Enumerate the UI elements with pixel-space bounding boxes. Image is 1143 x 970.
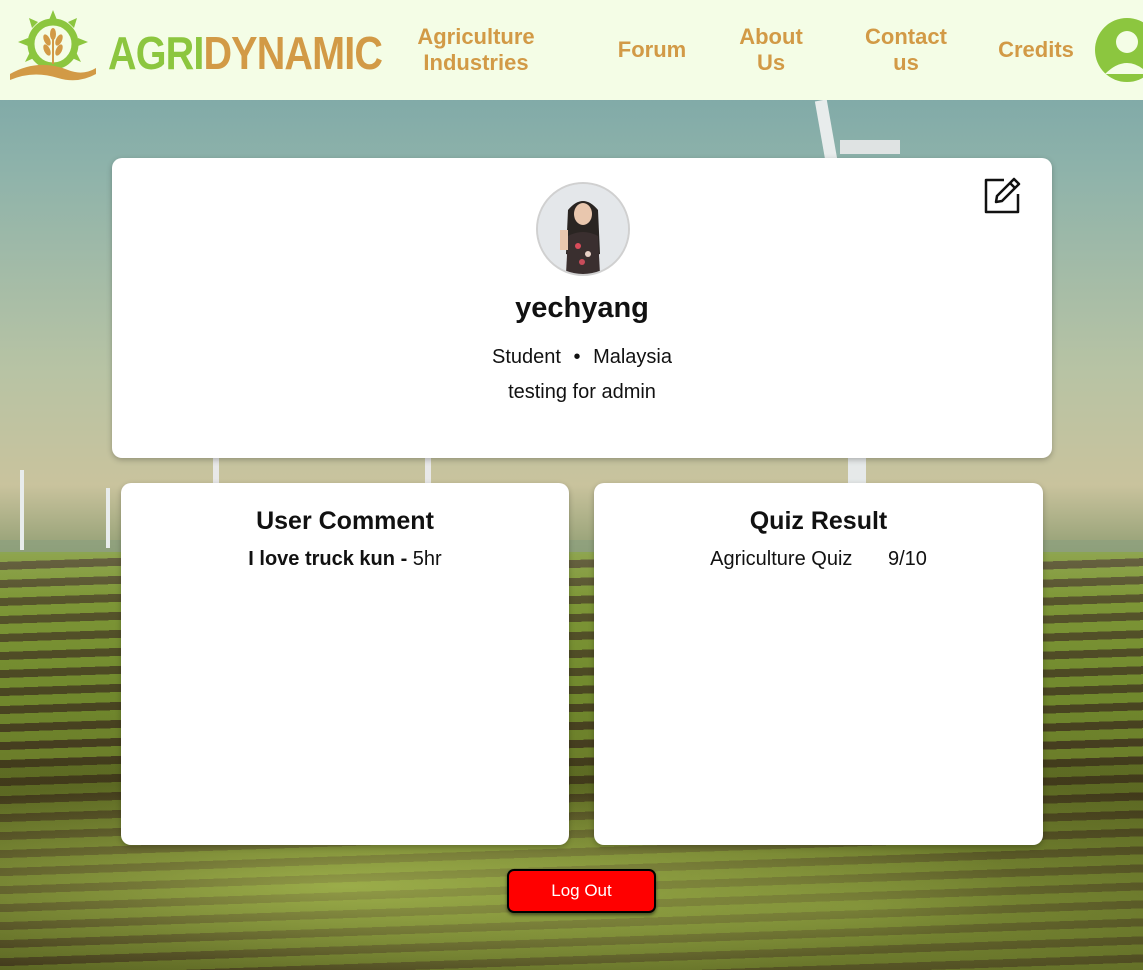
- site-header: AGRIDYNAMIC Agriculture Industries Forum…: [0, 0, 1143, 100]
- comment-card-title: User Comment: [256, 507, 434, 535]
- profile-picture: [536, 182, 630, 276]
- profile-card: yechyang Student • Malaysia testing for …: [112, 158, 1052, 458]
- quiz-name: Agriculture Quiz: [710, 548, 853, 570]
- comment-text: I love truck kun: [248, 548, 395, 570]
- nav-credits[interactable]: Credits: [994, 37, 1078, 63]
- nav-agriculture-industries[interactable]: Agriculture Industries: [414, 24, 538, 76]
- user-comment-card: User Comment I love truck kun - 5hr: [121, 483, 569, 845]
- comment-dash: -: [400, 548, 408, 570]
- wheat-sun-logo-icon: [10, 10, 96, 81]
- comment-time: 5hr: [412, 548, 442, 570]
- nav-forum[interactable]: Forum: [612, 37, 692, 63]
- edit-icon[interactable]: [980, 174, 1024, 218]
- quiz-score: 9/10: [887, 548, 927, 570]
- user-avatar-icon[interactable]: [1095, 18, 1143, 82]
- list-item[interactable]: I love truck kun - 5hr: [121, 548, 569, 571]
- profile-role: Student: [491, 346, 561, 368]
- profile-bio: testing for admin: [508, 381, 656, 403]
- logout-button[interactable]: Log Out: [507, 869, 656, 913]
- nav-about-us[interactable]: About Us: [734, 24, 808, 76]
- nav-contact-us[interactable]: Contact us: [858, 24, 954, 76]
- meta-separator: •: [573, 346, 581, 368]
- profile-country: Malaysia: [593, 346, 672, 368]
- list-item: Agriculture Quiz 9/10: [594, 548, 1043, 571]
- quiz-card-title: Quiz Result: [749, 507, 888, 535]
- logo-wordmark: AGRIDYNAMIC: [108, 27, 383, 79]
- quiz-result-card: Quiz Result Agriculture Quiz 9/10: [594, 483, 1043, 845]
- site-logo[interactable]: AGRIDYNAMIC: [8, 8, 383, 88]
- profile-meta: Student • Malaysia: [112, 346, 1052, 369]
- profile-username: yechyang: [515, 292, 649, 324]
